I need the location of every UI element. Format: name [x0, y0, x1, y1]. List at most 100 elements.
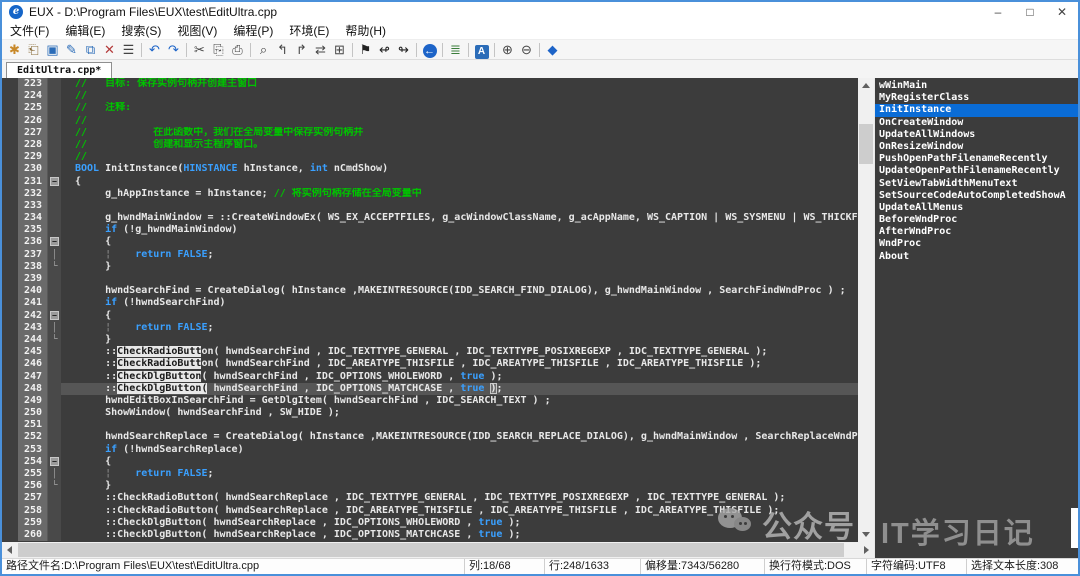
- line-number[interactable]: 228: [18, 139, 48, 151]
- function-list-item[interactable]: About: [875, 251, 1078, 263]
- vertical-scrollbar[interactable]: [858, 78, 874, 542]
- code-line[interactable]: 236− {: [2, 236, 858, 248]
- line-number[interactable]: 260: [18, 529, 48, 541]
- line-number[interactable]: 255: [18, 468, 48, 480]
- function-list-item[interactable]: MyRegisterClass: [875, 92, 1078, 104]
- line-number[interactable]: 250: [18, 407, 48, 419]
- scroll-up-icon[interactable]: [862, 83, 870, 88]
- function-list-item[interactable]: SetViewTabWidthMenuText: [875, 178, 1078, 190]
- code-line[interactable]: 244└ }: [2, 334, 858, 346]
- function-list-item[interactable]: wWinMain: [875, 80, 1078, 92]
- code-text[interactable]: BOOL InitInstance(HINSTANCE hInstance, i…: [61, 163, 858, 175]
- copy-button[interactable]: ⎘: [209, 41, 228, 59]
- code-line[interactable]: 259 ::CheckDlgButton( hwndSearchReplace …: [2, 517, 858, 529]
- function-list-item[interactable]: UpdateAllMenus: [875, 202, 1078, 214]
- line-number[interactable]: 253: [18, 444, 48, 456]
- menu-edit[interactable]: 编辑(E): [57, 22, 113, 40]
- code-line[interactable]: 224//: [2, 90, 858, 102]
- replace-button[interactable]: ⇄: [311, 41, 330, 59]
- save-all-button[interactable]: ⧉: [81, 41, 100, 59]
- line-number[interactable]: 229: [18, 151, 48, 163]
- fold-collapse-icon[interactable]: −: [50, 177, 59, 186]
- find-button[interactable]: ⌕: [254, 41, 273, 59]
- line-number[interactable]: 238: [18, 261, 48, 273]
- code-text[interactable]: ::CheckRadioButton( hwndSearchReplace , …: [61, 492, 858, 504]
- line-number[interactable]: 239: [18, 273, 48, 285]
- fold-collapse-icon[interactable]: −: [50, 457, 59, 466]
- code-text[interactable]: // 目标: 保存实例句柄并创建主窗口: [61, 78, 858, 90]
- code-line[interactable]: 226//: [2, 115, 858, 127]
- function-list-item[interactable]: InitInstance: [875, 104, 1078, 116]
- line-number[interactable]: 258: [18, 505, 48, 517]
- function-list-item[interactable]: UpdateOpenPathFilenameRecently: [875, 165, 1078, 177]
- line-number[interactable]: 235: [18, 224, 48, 236]
- code-text[interactable]: {: [61, 236, 858, 248]
- maximize-button[interactable]: □: [1014, 2, 1046, 22]
- code-line[interactable]: 253 if (!hwndSearchReplace): [2, 444, 858, 456]
- scroll-left-icon[interactable]: [7, 546, 12, 554]
- code-line[interactable]: 237│ ¦ return FALSE;: [2, 249, 858, 261]
- function-list-item[interactable]: OnResizeWindow: [875, 141, 1078, 153]
- code-line[interactable]: 248 ::CheckDlgButton( hwndSearchFind , I…: [2, 383, 858, 395]
- code-line[interactable]: 229//: [2, 151, 858, 163]
- code-line[interactable]: 249 hwndEditBoxInSearchFind = GetDlgItem…: [2, 395, 858, 407]
- code-line[interactable]: 238└ }: [2, 261, 858, 273]
- code-line[interactable]: 251: [2, 419, 858, 431]
- horizontal-scrollbar[interactable]: [2, 542, 874, 558]
- new-file-button[interactable]: ✱: [5, 41, 24, 59]
- function-list-item[interactable]: OnCreateWindow: [875, 117, 1078, 129]
- line-number[interactable]: 242: [18, 310, 48, 322]
- code-text[interactable]: }: [61, 334, 858, 346]
- code-text[interactable]: ::CheckDlgButton( hwndSearchReplace , ID…: [61, 517, 858, 529]
- line-number[interactable]: 251: [18, 419, 48, 431]
- code-text[interactable]: {: [61, 176, 858, 188]
- code-line[interactable]: 255│ ¦ return FALSE;: [2, 468, 858, 480]
- paste-button[interactable]: ⎙: [228, 41, 247, 59]
- find-next-button[interactable]: ↱: [292, 41, 311, 59]
- code-line[interactable]: 234 g_hwndMainWindow = ::CreateWindowEx(…: [2, 212, 858, 224]
- code-text[interactable]: ¦ return FALSE;: [61, 468, 858, 480]
- line-number[interactable]: 232: [18, 188, 48, 200]
- line-number[interactable]: 243: [18, 322, 48, 334]
- line-number[interactable]: 245: [18, 346, 48, 358]
- code-line[interactable]: 243│ ¦ return FALSE;: [2, 322, 858, 334]
- line-number[interactable]: 249: [18, 395, 48, 407]
- code-text[interactable]: if (!hwndSearchFind): [61, 297, 858, 309]
- cut-button[interactable]: ✂: [190, 41, 209, 59]
- line-number[interactable]: 247: [18, 371, 48, 383]
- line-number[interactable]: 223: [18, 78, 48, 90]
- save-file-button[interactable]: ▣: [43, 41, 62, 59]
- code-line[interactable]: 227// 在此函数中，我们在全局变量中保存实例句柄并: [2, 127, 858, 139]
- line-number[interactable]: 236: [18, 236, 48, 248]
- code-line[interactable]: 258 ::CheckRadioButton( hwndSearchReplac…: [2, 505, 858, 517]
- code-text[interactable]: // 创建和显示主程序窗口。: [61, 139, 858, 151]
- line-number[interactable]: 240: [18, 285, 48, 297]
- code-text[interactable]: {: [61, 310, 858, 322]
- menu-file[interactable]: 文件(F): [2, 22, 57, 40]
- code-text[interactable]: ::CheckRadioButton( hwndSearchFind , IDC…: [61, 346, 858, 358]
- bookmark-toggle-button[interactable]: ⚑: [356, 41, 375, 59]
- code-line[interactable]: 225// 注释:: [2, 102, 858, 114]
- function-list-item[interactable]: BeforeWndProc: [875, 214, 1078, 226]
- line-number[interactable]: 237: [18, 249, 48, 261]
- code-text[interactable]: }: [61, 480, 858, 492]
- fold-margin[interactable]: −: [48, 236, 61, 248]
- code-text[interactable]: ¦ return FALSE;: [61, 249, 858, 261]
- code-line[interactable]: 232 g_hAppInstance = hInstance; // 将实例句柄…: [2, 188, 858, 200]
- line-number[interactable]: 225: [18, 102, 48, 114]
- code-line[interactable]: 260 ::CheckDlgButton( hwndSearchReplace …: [2, 529, 858, 541]
- fold-collapse-icon[interactable]: −: [50, 311, 59, 320]
- redo-button[interactable]: ↷: [164, 41, 183, 59]
- scroll-down-icon[interactable]: [862, 532, 870, 537]
- navigate-back-button[interactable]: ←: [420, 41, 439, 59]
- code-text[interactable]: ::CheckRadioButton( hwndSearchFind , IDC…: [61, 358, 858, 370]
- line-number[interactable]: 226: [18, 115, 48, 127]
- code-line[interactable]: 233: [2, 200, 858, 212]
- function-list-item[interactable]: WndProc: [875, 238, 1078, 250]
- code-text[interactable]: hwndSearchFind = CreateDialog( hInstance…: [61, 285, 858, 297]
- line-number[interactable]: 234: [18, 212, 48, 224]
- vertical-scroll-thumb[interactable]: [859, 124, 873, 164]
- function-list-item[interactable]: PushOpenPathFilenameRecently: [875, 153, 1078, 165]
- code-line[interactable]: 223 // 目标: 保存实例句柄并创建主窗口: [2, 78, 858, 90]
- fold-margin[interactable]: −: [48, 310, 61, 322]
